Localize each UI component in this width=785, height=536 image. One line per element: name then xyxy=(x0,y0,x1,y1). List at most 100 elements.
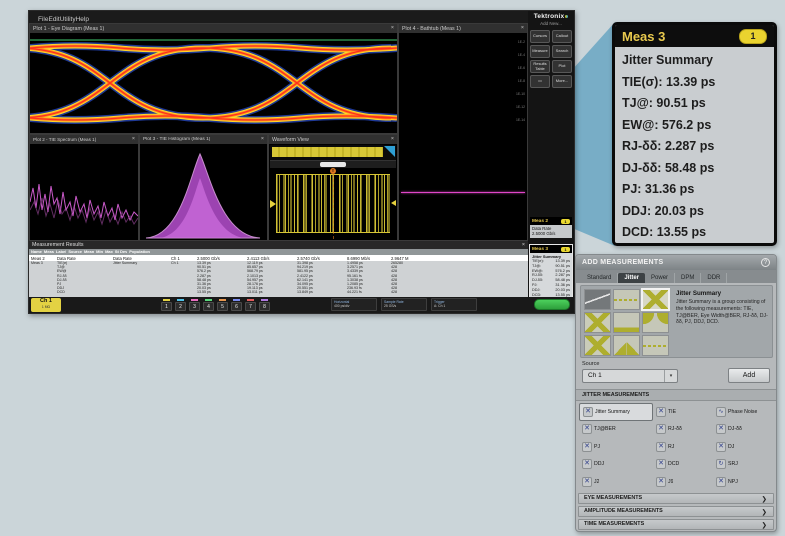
gallery-thumb-eye[interactable] xyxy=(584,312,611,333)
results-column-header: Max xyxy=(103,249,113,255)
waveform-plot-area[interactable]: T xyxy=(270,168,396,239)
measurement-eye-icon xyxy=(656,442,666,452)
chevron-right-icon: ❯ xyxy=(762,508,767,516)
waveform-overview-strip[interactable] xyxy=(270,145,396,160)
plot-histogram-title: Plot 3 - TIE Histogram (Meas 1) xyxy=(143,137,210,142)
measurement-item[interactable]: SRJ xyxy=(713,456,773,474)
panel-tab[interactable]: DDR xyxy=(701,273,727,283)
gallery-thumb-dark-curve[interactable] xyxy=(584,289,611,310)
panel-tab[interactable]: DPM xyxy=(675,273,701,283)
plot-eye-diagram[interactable]: Plot 1 - Eye Diagram (Meas 1) × xyxy=(29,23,398,134)
gallery-thumb-bathtub[interactable] xyxy=(642,312,669,333)
jitter-section-header[interactable]: JITTER MEASUREMENTS xyxy=(576,389,776,401)
plot-bathtub[interactable]: Plot 4 - Bathtub (Meas 1) × 1E-2 1E-4 1E… xyxy=(398,23,528,241)
measurement-item[interactable]: DDJ xyxy=(579,456,653,474)
panel-tab[interactable]: Jitter xyxy=(618,273,645,283)
sidebar-button[interactable]: Results Table xyxy=(530,60,550,73)
measurement-eye-icon xyxy=(716,424,726,434)
close-icon[interactable]: × xyxy=(391,135,394,144)
measurement-item[interactable]: PJ xyxy=(579,438,653,456)
channel-button[interactable]: 4 xyxy=(203,299,214,311)
measurement-item[interactable]: J2 xyxy=(579,473,653,491)
trigger-position-line xyxy=(333,174,334,239)
results-column-header: Min xyxy=(94,249,103,255)
menu-item[interactable]: Edit xyxy=(48,16,59,23)
bathtub-scale-label: 1E-14 xyxy=(516,118,525,122)
channel-button[interactable]: 1 xyxy=(161,299,172,311)
close-icon[interactable]: × xyxy=(522,241,525,250)
measurement-item[interactable]: DJ-δδ xyxy=(713,421,773,439)
measurement-item[interactable]: Jitter Summary xyxy=(579,403,653,421)
accordion-amplitude-measurements[interactable]: AMPLITUDE MEASUREMENTS❯ xyxy=(578,506,774,517)
bathtub-scale-label: 1E-4 xyxy=(516,53,525,57)
panel-tab[interactable]: Standard xyxy=(581,273,618,283)
results-column-header: St Dev xyxy=(113,249,127,255)
channel1-badge[interactable]: Ch 1 1 MΩ xyxy=(31,298,61,312)
run-stop-button[interactable] xyxy=(534,299,570,310)
meas2-badge[interactable]: Meas 2 1 Data Rate 2.5000 Gb/s xyxy=(530,217,572,238)
add-new-label[interactable]: Add New... xyxy=(528,21,574,26)
sidebar-button[interactable]: ▭ xyxy=(530,75,550,88)
measurement-item[interactable]: DJ xyxy=(713,438,773,456)
readout-box[interactable]: TriggerA: Ch 1 xyxy=(431,298,477,311)
callout-stat-line: DJ-δδ: 58.48 ps xyxy=(622,158,767,180)
gallery-thumb-trend2[interactable] xyxy=(642,335,669,356)
gallery-thumb-eye-sel[interactable] xyxy=(642,289,669,310)
gallery-thumb-trend[interactable] xyxy=(613,289,640,310)
accordion-eye-measurements[interactable]: EYE MEASUREMENTS❯ xyxy=(578,493,774,504)
measurement-eye-icon xyxy=(656,424,666,434)
measurement-item[interactable]: TIE xyxy=(653,403,713,421)
measurement-eye-icon xyxy=(656,477,666,487)
menu-bar: FileEditUtilityHelp xyxy=(29,11,528,23)
close-icon[interactable]: × xyxy=(132,135,135,144)
measurement-item[interactable]: TJ@BER xyxy=(579,421,653,439)
readout-box[interactable]: Sample Rate25 GS/s xyxy=(381,298,427,311)
measurement-item[interactable]: NPJ xyxy=(713,473,773,491)
panel-tab[interactable]: Power xyxy=(645,273,675,283)
gallery-thumb-spectrum[interactable] xyxy=(613,312,640,333)
plot-tie-histogram[interactable]: Plot 3 - TIE Histogram (Meas 1) × xyxy=(139,134,268,241)
measurement-eye-icon xyxy=(716,442,726,452)
channel-button[interactable]: 6 xyxy=(231,299,242,311)
source-dropdown[interactable]: Ch 1 ▾ xyxy=(582,369,678,383)
results-row-jitter[interactable]: DCD 13.55 ps13.011 ps 13.849 ps44.221 fs… xyxy=(29,290,528,294)
plot-tie-spectrum[interactable]: Plot 2 - TIE Spectrum (Meas 1) × xyxy=(29,134,139,241)
menu-item[interactable]: Help xyxy=(76,16,89,23)
channel-color-tick xyxy=(247,299,254,301)
meas3-badge[interactable]: Meas 3 1 Jitter Summary TIE(σ):13.39 ps … xyxy=(530,245,572,298)
sidebar-button[interactable]: More... xyxy=(552,75,572,88)
callout-stat-line: DCD: 13.55 ps xyxy=(622,222,767,244)
channel-button[interactable]: 8 xyxy=(259,299,270,311)
waveform-view[interactable]: Waveform View × T xyxy=(268,134,398,241)
channel-button[interactable]: 3 xyxy=(189,299,200,311)
channel-button[interactable]: 5 xyxy=(217,299,228,311)
measurement-item[interactable]: RJ-δδ xyxy=(653,421,713,439)
callout-stat-line: DDJ: 20.03 ps xyxy=(622,201,767,223)
channel-button[interactable]: 7 xyxy=(245,299,256,311)
measurement-item[interactable]: Phase Noise xyxy=(713,403,773,421)
sidebar-button[interactable]: Search xyxy=(552,45,572,58)
readout-box[interactable]: Horizontal400 ps/div xyxy=(331,298,377,311)
sidebar-button[interactable]: Callout xyxy=(552,30,572,43)
close-icon[interactable]: × xyxy=(521,24,524,33)
channel-button[interactable]: 2 xyxy=(175,299,186,311)
zoom-corner-icon[interactable] xyxy=(384,146,395,157)
zoom-scale-box[interactable] xyxy=(320,162,346,167)
menu-item[interactable]: File xyxy=(38,16,48,23)
sidebar-button[interactable]: Cursors xyxy=(530,30,550,43)
accordion-time-measurements[interactable]: TIME MEASUREMENTS❯ xyxy=(578,519,774,530)
add-button[interactable]: Add xyxy=(728,368,770,383)
measurement-eye-icon xyxy=(656,459,666,469)
sidebar-button[interactable]: Measure xyxy=(530,45,550,58)
gallery-thumb-eye2[interactable] xyxy=(584,335,611,356)
close-icon[interactable]: × xyxy=(391,24,394,33)
callout-stat-line: TIE(σ): 13.39 ps xyxy=(622,72,767,94)
help-icon[interactable]: ? xyxy=(761,258,770,267)
measurement-item[interactable]: DCD xyxy=(653,456,713,474)
gallery-thumb-histogram[interactable] xyxy=(613,335,640,356)
measurement-item[interactable]: J9 xyxy=(653,473,713,491)
measurement-item[interactable]: RJ xyxy=(653,438,713,456)
sidebar-button[interactable]: Plot xyxy=(552,60,572,73)
close-icon[interactable]: × xyxy=(261,135,264,144)
menu-item[interactable]: Utility xyxy=(60,16,76,23)
